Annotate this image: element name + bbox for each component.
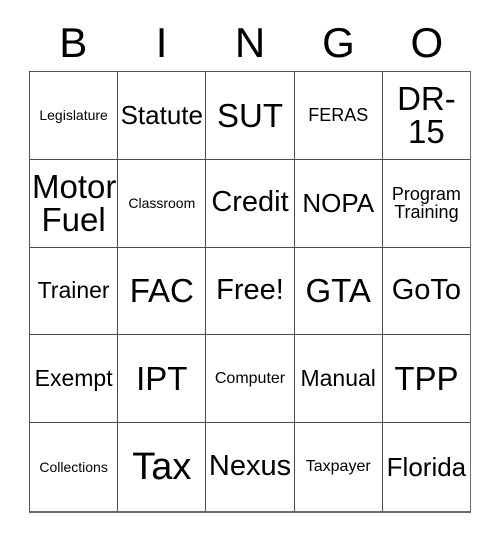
- bingo-cell-o5[interactable]: Florida: [382, 423, 471, 511]
- bingo-cell-label: SUT: [217, 96, 283, 134]
- bingo-cell-b1[interactable]: Legislature: [30, 72, 119, 160]
- bingo-cell-label: IPT: [136, 359, 188, 397]
- bingo-row: Trainer FAC Free! GTA GoTo: [30, 247, 471, 336]
- bingo-cell-g4[interactable]: Manual: [294, 335, 383, 424]
- bingo-cell-o1[interactable]: DR- 15: [382, 72, 471, 160]
- bingo-cell-n5[interactable]: Nexus: [206, 423, 295, 511]
- bingo-header-letter-b: B: [59, 18, 88, 66]
- bingo-cell-i2[interactable]: Classroom: [118, 159, 207, 248]
- bingo-cell-label: GoTo: [391, 274, 462, 307]
- bingo-cell-i4[interactable]: IPT: [118, 335, 207, 424]
- bingo-cell-label: DR- 15: [397, 79, 456, 151]
- bingo-cell-i1[interactable]: Statute: [118, 72, 207, 160]
- bingo-cell-label: GTA: [305, 272, 371, 310]
- bingo-header: B I N G O: [29, 14, 471, 71]
- bingo-cell-b5[interactable]: Collections: [30, 423, 119, 511]
- bingo-cell-label: Program Training: [391, 183, 461, 223]
- bingo-card: B I N G O Legislature Statute SUT FERAS …: [0, 0, 500, 544]
- bingo-cell-label: Computer: [214, 369, 286, 387]
- bingo-cell-label: Nexus: [208, 450, 292, 483]
- bingo-cell-g3[interactable]: GTA: [294, 247, 383, 336]
- bingo-cell-label: Motor Fuel: [32, 167, 117, 239]
- bingo-cell-label: Exempt: [34, 365, 113, 392]
- bingo-free-space-label: Free!: [216, 274, 284, 307]
- bingo-cell-label: Tax: [132, 445, 192, 488]
- bingo-cell-b3[interactable]: Trainer: [30, 247, 119, 336]
- bingo-cell-label: Manual: [300, 365, 376, 392]
- bingo-row: Legislature Statute SUT FERAS DR- 15: [30, 72, 471, 160]
- bingo-row: Collections Tax Nexus Taxpayer Florida: [30, 423, 471, 511]
- bingo-cell-g1[interactable]: FERAS: [294, 72, 383, 160]
- bingo-cell-i5[interactable]: Tax: [118, 423, 207, 511]
- bingo-cell-label: Credit: [211, 186, 289, 219]
- bingo-cell-n1[interactable]: SUT: [206, 72, 295, 160]
- bingo-cell-o4[interactable]: TPP: [382, 335, 471, 424]
- bingo-cell-label: NOPA: [302, 187, 375, 218]
- bingo-cell-label: FERAS: [308, 105, 369, 126]
- bingo-cell-label: Trainer: [37, 277, 110, 304]
- bingo-cell-n2[interactable]: Credit: [206, 159, 295, 248]
- bingo-row: Motor Fuel Classroom Credit NOPA Program…: [30, 159, 471, 248]
- bingo-grid: Legislature Statute SUT FERAS DR- 15 Mot…: [29, 71, 471, 513]
- bingo-cell-label: Taxpayer: [305, 457, 371, 475]
- bingo-cell-label: Classroom: [128, 195, 196, 212]
- bingo-cell-label: TPP: [394, 359, 459, 397]
- bingo-cell-label: Florida: [386, 451, 467, 482]
- bingo-header-letter-g: G: [322, 18, 355, 66]
- bingo-cell-free-space[interactable]: Free!: [206, 247, 295, 336]
- bingo-cell-label: Collections: [39, 458, 108, 475]
- bingo-cell-label: FAC: [129, 272, 194, 310]
- bingo-header-letter-o: O: [410, 18, 444, 66]
- bingo-cell-g2[interactable]: NOPA: [294, 159, 383, 248]
- bingo-header-letter-n: N: [234, 18, 266, 66]
- bingo-cell-i3[interactable]: FAC: [118, 247, 207, 336]
- bingo-cell-o3[interactable]: GoTo: [382, 247, 471, 336]
- bingo-cell-b4[interactable]: Exempt: [30, 335, 119, 424]
- bingo-header-letter-i: I: [155, 18, 168, 66]
- bingo-row: Exempt IPT Computer Manual TPP: [30, 335, 471, 424]
- bingo-cell-label: Statute: [120, 100, 203, 131]
- bingo-cell-o2[interactable]: Program Training: [382, 159, 471, 248]
- bingo-cell-n4[interactable]: Computer: [206, 335, 295, 424]
- bingo-cell-g5[interactable]: Taxpayer: [294, 423, 383, 511]
- bingo-cell-b2[interactable]: Motor Fuel: [30, 159, 119, 248]
- bingo-cell-label: Legislature: [39, 107, 108, 124]
